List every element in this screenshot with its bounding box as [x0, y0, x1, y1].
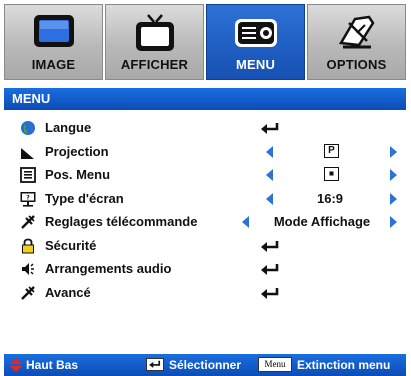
right-arrow-icon[interactable]	[390, 145, 397, 158]
right-arrow-icon[interactable]	[390, 192, 397, 205]
screen-type-icon: ?	[20, 191, 36, 207]
remote-mode-value: Mode Affichage	[273, 214, 371, 229]
enter-icon[interactable]	[260, 263, 280, 275]
tab-afficher[interactable]: AFFICHER	[105, 4, 204, 80]
enter-key-icon	[146, 358, 164, 371]
right-arrow-icon[interactable]	[390, 216, 397, 228]
menu-list: Langue Projection P Pos. Menu ? Type d'é…	[4, 116, 406, 304]
lock-icon	[22, 238, 34, 253]
left-arrow-icon[interactable]	[266, 169, 273, 181]
left-arrow-icon[interactable]	[266, 192, 273, 205]
menu-item-label: Pos. Menu	[45, 167, 111, 182]
projection-icon	[21, 147, 34, 159]
up-down-arrows-icon	[10, 358, 22, 372]
tab-label: IMAGE	[31, 57, 76, 72]
menu-item-label: Avancé	[45, 284, 91, 300]
footer-help-bar: Haut Bas Sélectionner Menu Extinction me…	[4, 354, 406, 376]
projector-icon	[234, 19, 277, 47]
menu-key-icon: Menu	[258, 357, 292, 372]
tv-icon	[135, 14, 174, 51]
tab-label: MENU	[235, 57, 276, 72]
menu-item-label: Arrangements audio	[45, 261, 172, 276]
nav-hint: Haut Bas	[26, 358, 79, 372]
aspect-ratio-value: 16:9	[316, 190, 344, 206]
menu-item-avance[interactable]: Avancé	[4, 281, 406, 305]
select-hint: Sélectionner	[169, 358, 242, 372]
center-position-icon	[329, 171, 334, 176]
advanced-icon	[21, 285, 35, 300]
projection-value: P	[324, 143, 339, 158]
menu-item-label: Sécurité	[45, 237, 97, 253]
menu-item-label: Projection	[45, 143, 109, 159]
remote-icon	[21, 215, 35, 229]
menu-item-langue[interactable]: Langue	[4, 116, 406, 140]
menu-item-arrangements-audio[interactable]: Arrangements audio	[4, 257, 406, 281]
osd-menu: IMAGE AFFICHER MENU OPTIONS MENU Langue …	[0, 0, 411, 376]
menu-item-label: Langue	[45, 120, 92, 135]
exit-hint: Extinction menu	[297, 358, 391, 372]
tab-image[interactable]: IMAGE	[4, 4, 103, 80]
menu-position-value	[324, 167, 339, 181]
menu-item-reglages-telecommande[interactable]: Reglages télécommande Mode Affichage	[4, 210, 406, 234]
tools-icon	[338, 15, 374, 49]
tab-options[interactable]: OPTIONS	[307, 4, 406, 80]
right-arrow-icon[interactable]	[390, 169, 397, 181]
menu-item-pos-menu[interactable]: Pos. Menu	[4, 163, 406, 187]
menu-item-label: Reglages télécommande	[45, 214, 198, 229]
enter-icon[interactable]	[260, 287, 280, 299]
tab-strip: IMAGE AFFICHER MENU OPTIONS	[4, 4, 406, 80]
menu-item-label: Type d'écran	[45, 190, 124, 206]
tab-label: AFFICHER	[120, 57, 189, 72]
menu-item-projection[interactable]: Projection P	[4, 140, 406, 164]
menu-position-icon	[20, 167, 36, 183]
menu-item-securite[interactable]: Sécurité	[4, 234, 406, 258]
enter-icon[interactable]	[260, 122, 280, 134]
left-arrow-icon[interactable]	[242, 216, 249, 228]
tab-menu[interactable]: MENU	[206, 4, 305, 80]
globe-icon	[21, 121, 35, 135]
enter-icon[interactable]	[260, 240, 280, 252]
svg-text:?: ?	[26, 194, 30, 201]
speaker-icon	[22, 263, 34, 275]
page-title: MENU	[4, 88, 406, 110]
left-arrow-icon[interactable]	[266, 145, 273, 158]
monitor-icon	[33, 15, 74, 47]
menu-item-type-ecran[interactable]: ? Type d'écran 16:9	[4, 187, 406, 211]
tab-label: OPTIONS	[326, 57, 387, 72]
